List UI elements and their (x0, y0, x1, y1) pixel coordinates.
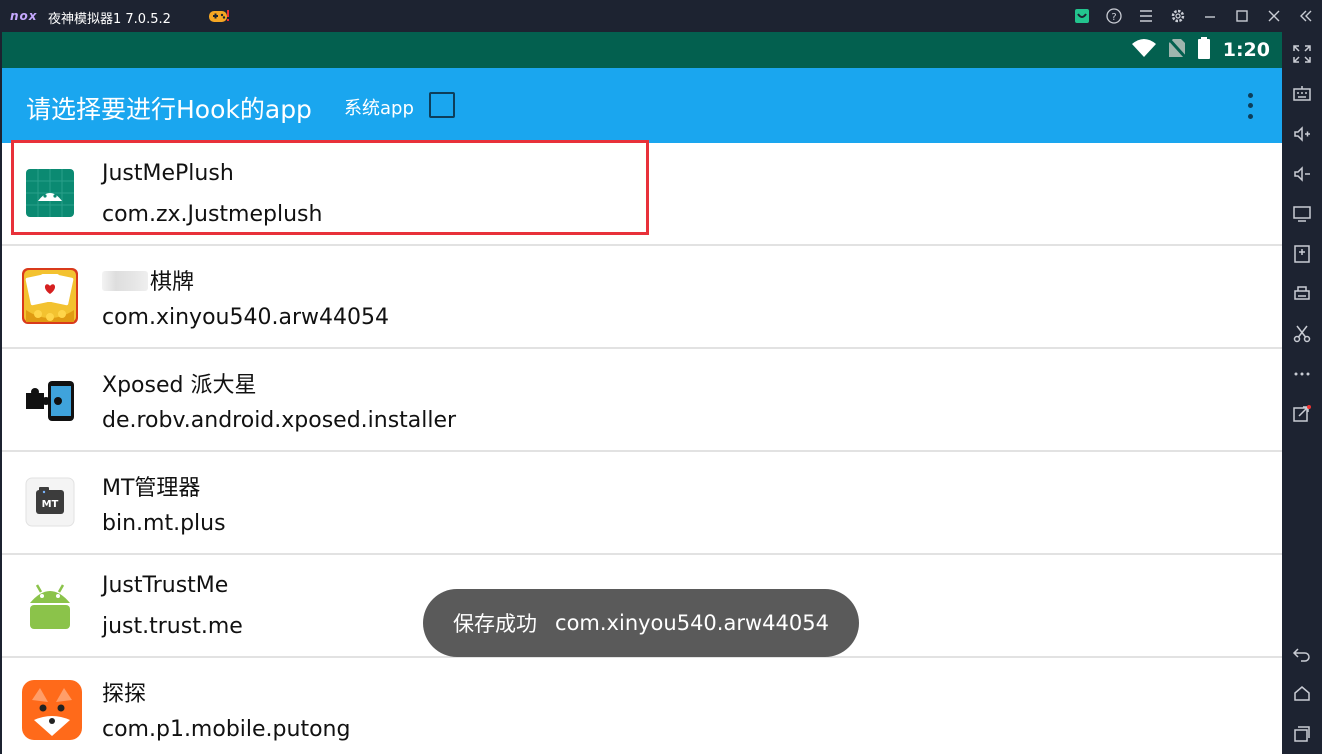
toast-package: com.xinyou540.arw44054 (555, 611, 829, 635)
collapse-icon[interactable] (1290, 0, 1322, 32)
help-icon[interactable]: ? (1098, 0, 1130, 32)
apk-install-icon[interactable] (1290, 242, 1314, 266)
list-item[interactable]: 棋牌 com.xinyou540.arw44054 (2, 246, 1282, 349)
svg-text:MT: MT (42, 499, 59, 510)
app-name: 棋牌 (150, 270, 195, 295)
app-package: bin.mt.plus (102, 511, 226, 536)
app-name: Xposed 派大星 (102, 373, 257, 398)
app-bar: 请选择要进行Hook的app 系统app (2, 68, 1282, 143)
app-name: 探探 (102, 682, 147, 707)
page-title: 请选择要进行Hook的app (26, 95, 312, 124)
app-list: JustMePlush com.zx.Justmeplush 棋牌 com.xi… (2, 143, 1282, 754)
toast-text: 保存成功 (453, 612, 538, 636)
window-title: 夜神模拟器1 7.0.5.2 (48, 12, 171, 27)
app-name: JustMePlush (102, 161, 234, 186)
system-app-label: 系统app (344, 98, 414, 119)
app-name: MT管理器 (102, 476, 201, 501)
android-status-bar: 1:20 (2, 32, 1282, 68)
svg-text:?: ? (1111, 12, 1116, 23)
scissors-icon[interactable] (1290, 322, 1314, 346)
wifi-icon (1131, 38, 1157, 62)
no-sim-icon (1166, 36, 1187, 63)
poker-cards-icon (22, 268, 78, 324)
screen-icon[interactable] (1290, 202, 1314, 226)
app-package: de.robv.android.xposed.installer (102, 408, 457, 433)
mt-manager-icon: MT (22, 474, 78, 530)
app-name: JustTrustMe (102, 573, 229, 598)
volume-down-icon[interactable] (1290, 162, 1314, 186)
nox-logo: nox (10, 9, 38, 23)
list-item[interactable]: MT MT管理器 bin.mt.plus (2, 452, 1282, 555)
android-grid-icon (22, 165, 78, 221)
menu-icon[interactable] (1130, 0, 1162, 32)
list-item[interactable]: JustMePlush com.zx.Justmeplush (2, 143, 1282, 246)
list-item[interactable]: 探探 com.p1.mobile.putong (2, 658, 1282, 754)
volume-up-icon[interactable] (1290, 122, 1314, 146)
emulator-toolbar (1282, 32, 1322, 754)
app-package: just.trust.me (102, 614, 243, 639)
toast-message: 保存成功 com.xinyou540.arw44054 (423, 589, 859, 657)
app-name-row: 棋牌 (102, 264, 194, 296)
battery-icon (1197, 37, 1211, 63)
app-package: com.p1.mobile.putong (102, 717, 351, 742)
fox-icon (22, 680, 82, 740)
home-icon[interactable] (1290, 682, 1314, 706)
external-link-icon[interactable] (1290, 402, 1314, 426)
more-icon[interactable] (1290, 362, 1314, 386)
overflow-menu-icon[interactable] (1240, 90, 1260, 122)
obscured-text (102, 271, 148, 291)
system-app-checkbox[interactable] (429, 92, 455, 118)
clock: 1:20 (1222, 39, 1270, 61)
emulator-title-bar: nox 夜神模拟器1 7.0.5.2 ? (0, 0, 1322, 32)
xposed-puzzle-icon (22, 371, 78, 427)
printer-icon[interactable] (1290, 282, 1314, 306)
list-item[interactable]: Xposed 派大星 de.robv.android.xposed.instal… (2, 349, 1282, 452)
android-screen: 1:20 请选择要进行Hook的app 系统app JustMePlush co… (2, 32, 1282, 754)
app-package: com.zx.Justmeplush (102, 202, 323, 227)
fullscreen-icon[interactable] (1290, 42, 1314, 66)
back-icon[interactable] (1290, 642, 1314, 666)
recents-icon[interactable] (1290, 722, 1314, 746)
app-package: com.xinyou540.arw44054 (102, 305, 389, 330)
gamepad-icon[interactable] (208, 8, 230, 24)
android-robot-icon (22, 577, 78, 633)
maximize-icon[interactable] (1226, 0, 1258, 32)
close-icon[interactable] (1258, 0, 1290, 32)
notification-icon[interactable] (1066, 0, 1098, 32)
minimize-icon[interactable] (1194, 0, 1226, 32)
keyboard-icon[interactable] (1290, 82, 1314, 106)
settings-icon[interactable] (1162, 0, 1194, 32)
